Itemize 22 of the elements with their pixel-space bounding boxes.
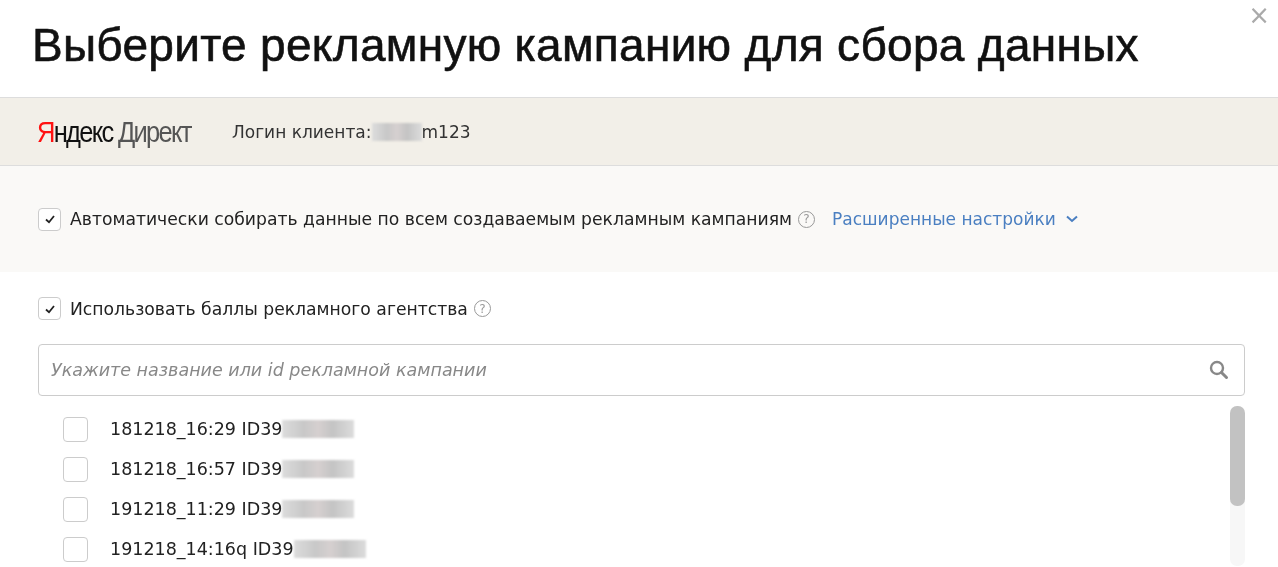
search-icon (1209, 360, 1229, 380)
checkbox[interactable] (38, 207, 61, 231)
campaign-name[interactable]: 181218_16:29 ID39 (110, 419, 283, 439)
checkbox[interactable] (63, 536, 88, 562)
checkbox[interactable] (63, 496, 88, 522)
login-value: m123 (421, 121, 471, 142)
campaign-name[interactable]: 181218_16:57 ID39 (110, 459, 283, 479)
logo: Яндекс Директ (37, 114, 193, 149)
checkbox[interactable] (38, 297, 61, 320)
checkbox-label: Использовать баллы рекламного агентства (70, 298, 468, 319)
scrollbar-thumb[interactable] (1230, 406, 1245, 506)
campaign-name[interactable]: 191218_14:16q ID39 (110, 539, 294, 559)
checkbox-label: Автоматически собирать данные по всем создаваемым рекламным кампаниям (70, 209, 793, 229)
scrollbar[interactable] (1230, 406, 1245, 566)
checkbox[interactable] (63, 456, 88, 482)
checkmark-icon (43, 213, 56, 225)
search-field[interactable]: Укажите название или id рекламной кампании (38, 344, 1245, 396)
campaign-name[interactable]: 191218_11:29 ID39 (110, 499, 283, 519)
checkbox[interactable] (63, 416, 88, 442)
login-label: Логин клиента: (232, 121, 372, 142)
advanced-settings-link[interactable]: Расширенные настройки (832, 209, 1078, 229)
dialog-title: Выберите рекламную кампанию для сбора данных (32, 18, 1139, 72)
